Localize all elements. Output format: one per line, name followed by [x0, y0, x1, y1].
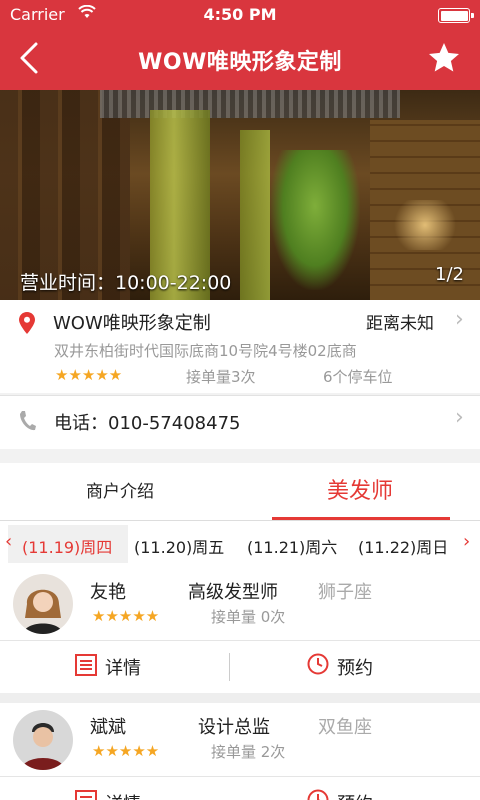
chevron-right-icon: › — [455, 405, 464, 430]
details-label: 详情 — [105, 790, 141, 800]
shop-address: 双井东柏街时代国际底商10号院4号楼02底商 — [54, 342, 357, 360]
business-hours: 营业时间：10:00-22:00 — [20, 272, 232, 294]
shop-name: WOW唯映形象定制 — [53, 313, 211, 334]
nav-bar: WOW唯映形象定制 — [0, 30, 480, 90]
avatar[interactable] — [13, 574, 73, 634]
stylist-title: 高级发型师 — [188, 582, 278, 603]
avatar[interactable] — [13, 710, 73, 770]
photo-pager: 1/2 — [435, 264, 464, 285]
stylist-zodiac: 狮子座 — [318, 582, 372, 603]
date-option[interactable]: (11.21)周六 — [247, 534, 337, 558]
clock-icon — [307, 653, 329, 675]
phone-icon — [20, 411, 36, 431]
tab-bar: 商户介绍 美发师 — [0, 463, 480, 521]
phone-number: 电话：010-57408475 — [54, 413, 241, 434]
details-button[interactable]: 详情 — [0, 777, 229, 800]
details-label: 详情 — [105, 658, 141, 679]
page-title: WOW唯映形象定制 — [138, 50, 342, 75]
distance-label: 距离未知 — [366, 314, 434, 334]
stylist-order-count: 接单量 0次 — [211, 608, 286, 626]
clock-icon — [307, 789, 329, 800]
book-label: 预约 — [337, 658, 373, 679]
date-option[interactable]: (11.19)周四 — [22, 534, 112, 558]
header: Carrier 4:50 PM WOW唯映形象定制 — [0, 0, 480, 90]
tab-stylists[interactable]: 美发师 — [240, 463, 480, 521]
date-option[interactable]: (11.20)周五 — [134, 534, 224, 558]
book-button[interactable]: 预约 — [230, 641, 480, 693]
status-bar: Carrier 4:50 PM — [0, 0, 480, 30]
book-button[interactable]: 预约 — [230, 777, 480, 800]
clock: 4:50 PM — [203, 5, 277, 24]
shop-order-count: 接单量3次 — [186, 368, 256, 386]
location-pin-icon — [19, 312, 35, 334]
stylist-name: 友艳 — [90, 582, 126, 603]
tab-shop-intro[interactable]: 商户介绍 — [0, 463, 240, 521]
list-icon — [75, 790, 97, 800]
stylist-zodiac: 双鱼座 — [318, 717, 372, 738]
stylist-title: 设计总监 — [198, 717, 270, 738]
chevron-right-icon[interactable]: › — [463, 531, 470, 552]
list-icon — [75, 654, 97, 676]
battery-icon — [438, 8, 474, 23]
chevron-right-icon: › — [455, 307, 464, 332]
stylist-rating-stars: ★★★★★ — [92, 742, 160, 760]
date-option[interactable]: (11.22)周日 — [358, 534, 448, 558]
stylist-name: 斌斌 — [90, 717, 126, 738]
favorite-button[interactable] — [426, 40, 462, 76]
chevron-left-icon[interactable]: ‹ — [5, 531, 12, 552]
parking-count: 6个停车位 — [323, 368, 393, 386]
stylist-order-count: 接单量 2次 — [211, 743, 286, 761]
book-label: 预约 — [337, 790, 373, 800]
star-icon — [429, 43, 459, 72]
shop-rating-stars: ★★★★★ — [55, 366, 123, 384]
stylist-rating-stars: ★★★★★ — [92, 607, 160, 625]
details-button[interactable]: 详情 — [0, 641, 229, 693]
active-tab-indicator — [272, 517, 450, 520]
